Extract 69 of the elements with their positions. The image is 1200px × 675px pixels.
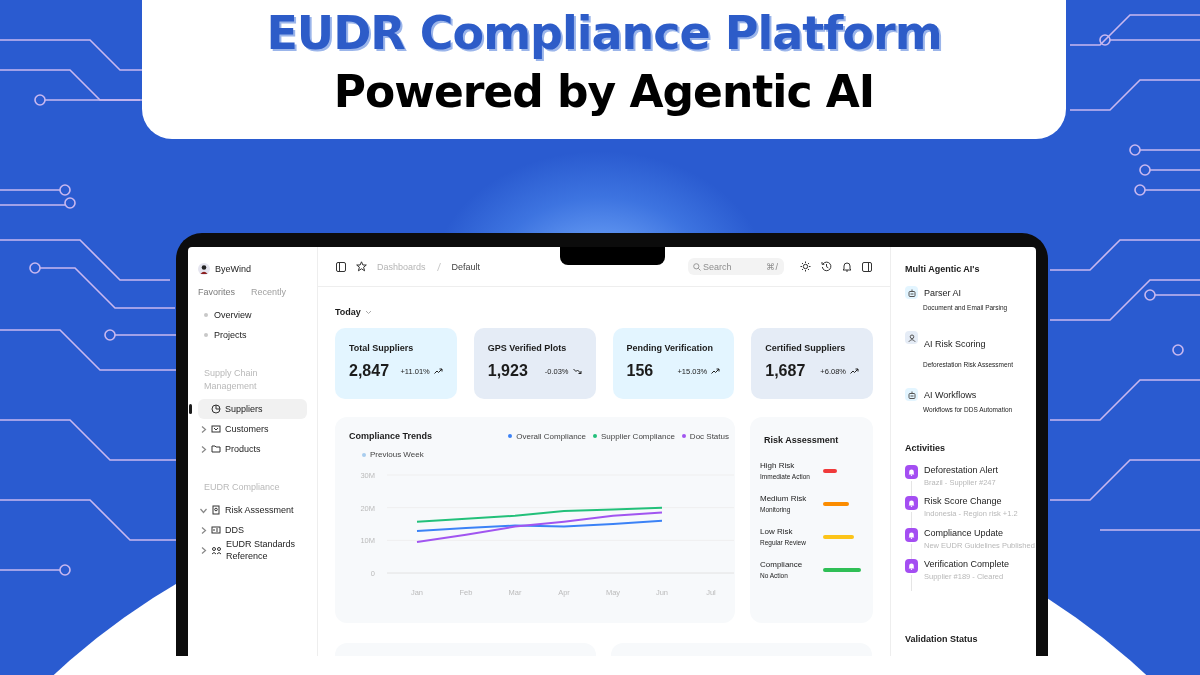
activity-title: Verification Complete — [924, 558, 1010, 569]
card-icon — [211, 424, 221, 435]
legend-label: Overall Compliance — [516, 431, 587, 441]
banner-subtitle: Powered by Agentic AI — [333, 66, 875, 117]
stat-value: 156 — [626, 362, 655, 380]
stat-value: 1,923 — [487, 362, 529, 380]
shortcut-hint: ⌘/ — [766, 262, 778, 272]
activity-title: Deforestation Alert — [924, 465, 999, 475]
star-icon — [356, 261, 367, 272]
stat-value: 1,687 — [765, 362, 807, 380]
bell-icon — [905, 558, 918, 573]
legend-label: Supplier Compliance — [601, 431, 675, 441]
user-icon — [905, 331, 918, 344]
sidebar-item[interactable]: Customers — [198, 419, 307, 440]
risk-label: Medium Risk — [760, 494, 808, 503]
sidebar-tab[interactable]: Favorites — [198, 287, 235, 297]
panel-title: Activities — [905, 443, 947, 453]
bell-icon — [905, 496, 918, 511]
legend-label: Previous Week — [370, 450, 424, 459]
activity-title: Compliance Update — [924, 527, 1005, 538]
stat-label: Total Suppliers — [349, 343, 415, 353]
folder-icon — [211, 444, 221, 455]
risk-label: High Risk — [760, 461, 796, 470]
activity-title: Risk Score Change — [924, 496, 1003, 507]
bullet-icon — [204, 313, 208, 317]
people-icon — [211, 545, 222, 556]
section-heading: EUDR Compliance — [204, 481, 281, 495]
robot-icon — [905, 388, 918, 401]
bell-icon — [842, 261, 852, 272]
breadcrumb-separator-icon — [435, 261, 442, 272]
stat-value: 2,847 — [349, 362, 391, 380]
sidebar-item[interactable]: Overview — [214, 310, 252, 320]
risk-label: Compliance — [760, 560, 804, 569]
panel-title: Multi Agentic AI's — [905, 264, 981, 274]
sidebar-item[interactable]: Projects — [214, 330, 247, 340]
sun-icon — [800, 261, 811, 272]
bullet-icon — [204, 333, 208, 337]
avatar-icon — [198, 263, 210, 275]
legend-label: Doc Status — [689, 431, 729, 441]
stat-label: Certified Suppliers — [765, 343, 847, 353]
chevron-down-icon — [364, 309, 372, 315]
sidebar-item[interactable]: DDS — [198, 520, 307, 541]
bell-icon — [905, 527, 918, 542]
user-name: ByeWind — [215, 264, 251, 274]
breadcrumb-link[interactable]: Default — [451, 261, 481, 272]
stat-label: Pending Verification — [626, 343, 714, 353]
section-heading: Supply Chain Management — [204, 367, 259, 394]
stat-label: GPS Verified Plots — [487, 343, 568, 353]
chart-title: Compliance Trends — [349, 431, 434, 441]
sidebar-item[interactable]: Risk Assessment — [198, 500, 307, 521]
banner-title: EUDR Compliance Platform — [266, 6, 942, 60]
search-icon — [693, 262, 701, 271]
id-badge-icon — [211, 505, 221, 516]
period-dropdown[interactable]: Today — [335, 307, 372, 317]
risk-label: Low Risk — [760, 527, 794, 536]
bell-icon — [905, 465, 918, 479]
robot-icon — [905, 286, 918, 299]
card-title: Risk Assessment — [764, 435, 840, 445]
pie-chart-icon — [211, 404, 221, 415]
agent-name[interactable]: AI Risk Scoring — [924, 338, 986, 349]
history-icon — [821, 261, 832, 272]
panel-toggle-icon — [862, 261, 872, 272]
id-card-icon — [211, 525, 221, 536]
sidebar-item[interactable]: Products — [198, 439, 307, 460]
agent-name[interactable]: Parser AI — [924, 287, 961, 298]
agent-name[interactable]: AI Workflows — [924, 389, 977, 400]
sidebar-toggle-icon — [336, 261, 346, 272]
sidebar-item[interactable]: EUDR Standards Reference — [198, 540, 307, 561]
panel-title: Validation Status — [905, 634, 979, 644]
